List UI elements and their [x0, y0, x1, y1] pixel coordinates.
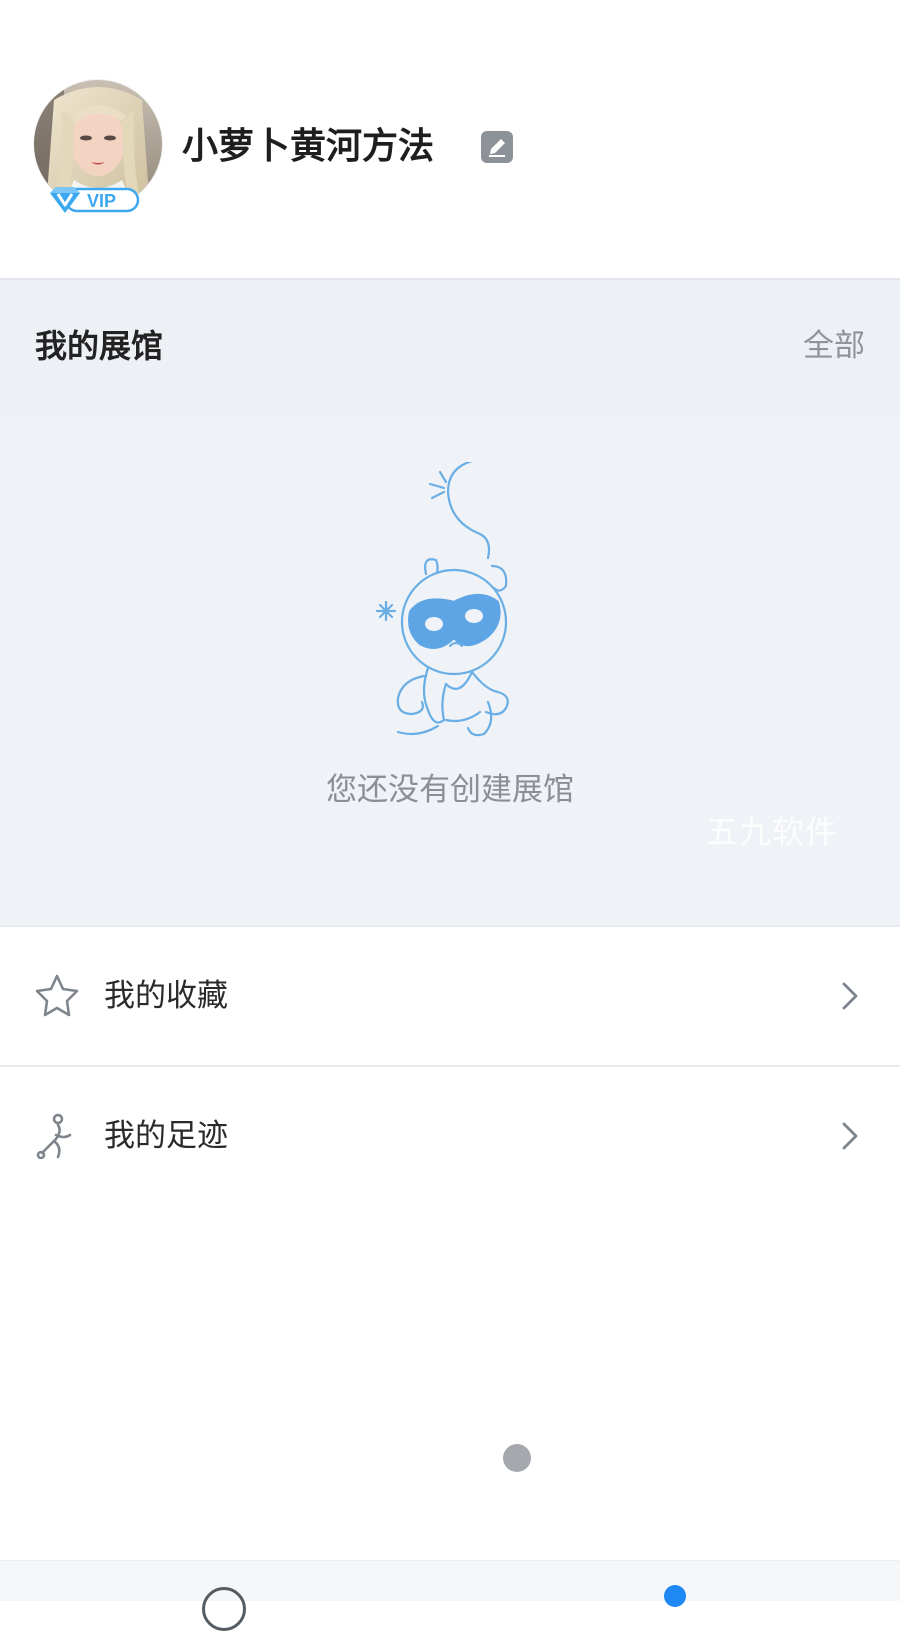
profile-icon[interactable]: [664, 1585, 686, 1607]
profile-header: VIP 小萝卜黄河方法: [0, 0, 900, 278]
gallery-all-link[interactable]: 全部: [803, 324, 865, 368]
gallery-title: 我的展馆: [35, 327, 164, 365]
home-icon[interactable]: [202, 1587, 246, 1631]
menu-label-footprints: 我的足迹: [104, 1118, 228, 1154]
vip-badge: VIP: [48, 184, 142, 216]
edit-profile-button[interactable]: [480, 130, 514, 164]
avatar-container[interactable]: VIP: [34, 80, 162, 213]
menu-item-footprints[interactable]: 我的足迹: [0, 1067, 900, 1205]
diamond-icon: VIP: [50, 187, 140, 213]
chevron-right-icon: [840, 1120, 860, 1152]
gallery-empty-text: 您还没有创建展馆: [326, 772, 574, 808]
monkey-mascot-icon: [368, 458, 528, 742]
my-gallery-section: 我的展馆 全部 您还没有创建展馆 五九软件: [0, 280, 900, 925]
star-icon: [34, 973, 80, 1019]
edit-icon: [481, 131, 513, 163]
menu-label-favorites: 我的收藏: [104, 978, 228, 1014]
username: 小萝卜黄河方法: [182, 126, 435, 167]
vip-label: VIP: [87, 191, 116, 211]
watermark-text: 五九软件: [706, 813, 839, 851]
menu-item-favorites[interactable]: 我的收藏: [0, 927, 900, 1065]
chevron-right-icon: [840, 980, 860, 1012]
gallery-header: 我的展馆 全部: [0, 280, 900, 418]
bottom-tab-bar: [0, 1560, 900, 1631]
floating-dot-indicator[interactable]: [503, 1444, 531, 1472]
footprint-icon: [34, 1113, 80, 1160]
